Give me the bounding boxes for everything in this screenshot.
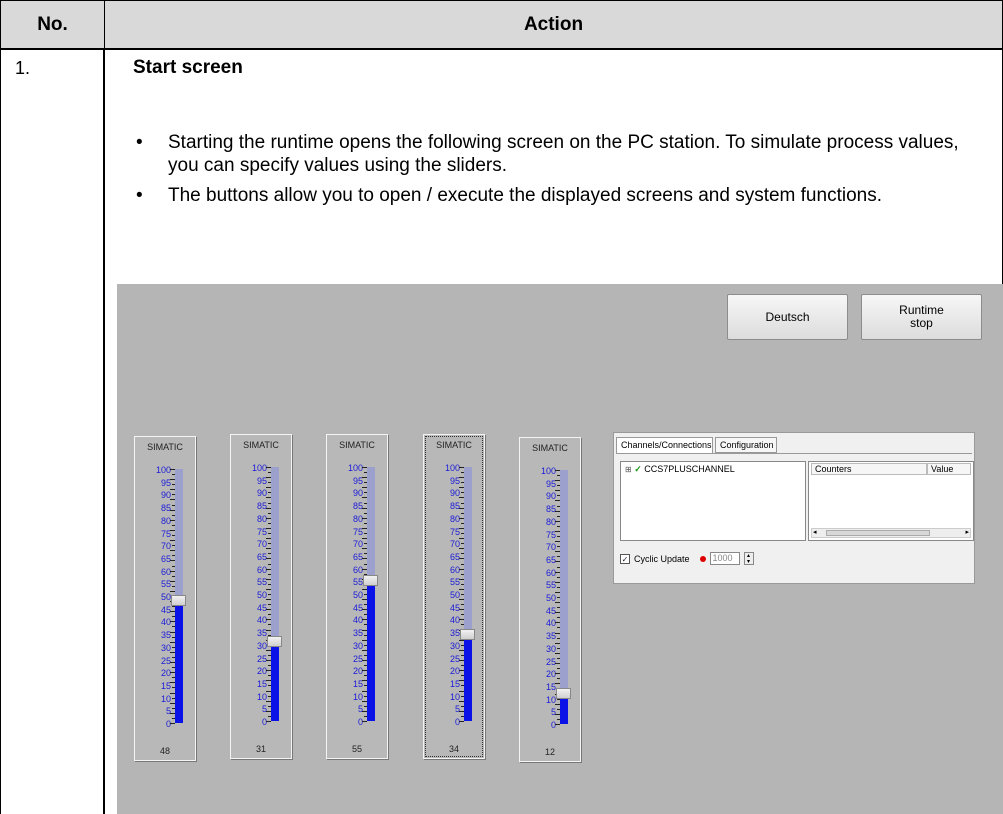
slider-track[interactable] — [460, 467, 475, 721]
tree-item[interactable]: ⊞ ✓ CCS7PLUSCHANNEL — [625, 464, 735, 475]
row-number: 1. — [15, 58, 31, 78]
slider-tick-label: 100 — [540, 466, 556, 476]
slider-tick-label: 100 — [444, 463, 460, 473]
bullet-item: • Starting the runtime opens the followin… — [136, 132, 959, 176]
value-slider[interactable]: SIMATIC 100 95 90 85 80 75 70 65 60 55 50 45 40 35 30 25… — [326, 434, 388, 759]
slider-title: SIMATIC — [243, 440, 279, 450]
slider-fill — [367, 581, 375, 721]
slider-track[interactable] — [171, 469, 186, 723]
value-slider[interactable]: SIMATIC 100 95 90 85 80 75 70 65 60 55 50 45 40 35 30 25… — [423, 434, 485, 759]
deutsch-button[interactable]: Deutsch — [727, 294, 848, 340]
channel-tree: ⊞ ✓ CCS7PLUSCHANNEL — [620, 461, 806, 541]
expand-icon[interactable]: ⊞ — [625, 465, 632, 474]
table-border-middle — [103, 50, 105, 814]
header-no: No. — [0, 1, 104, 49]
scroll-thumb[interactable] — [826, 530, 930, 536]
slider-tick-label: 100 — [251, 463, 267, 473]
scroll-left-icon[interactable]: ◂ — [813, 528, 817, 536]
scroll-right-icon[interactable]: ▸ — [965, 528, 969, 536]
tab-divider — [616, 453, 972, 454]
bullet-icon: • — [136, 132, 143, 153]
slider-track[interactable] — [363, 467, 378, 721]
slider-knob[interactable] — [363, 575, 378, 587]
slider-tick-label: 100 — [155, 465, 171, 475]
slider-scale-labels: 100 95 90 85 80 75 70 65 60 55 50 45 40 35 30 25 20 15 10 5… — [428, 463, 460, 727]
bullet-list: • Starting the runtime opens the followin… — [133, 131, 983, 214]
slider-scale-labels: 100 95 90 85 80 75 70 65 60 55 50 45 40 35 30 25 20 15 10 5… — [331, 463, 363, 727]
slider-scale-labels: 100 95 90 85 80 75 70 65 60 55 50 45 40 35 30 25 20 15 10 5… — [524, 466, 556, 730]
interval-input[interactable]: 1000 — [709, 552, 740, 565]
bullet-item: • The buttons allow you to open / execute… — [136, 185, 882, 206]
runtime-screenshot: Deutsch Runtime stop SIMATIC 100 95 90 85 80 7… — [117, 284, 1003, 814]
cyclic-update-label: Cyclic Update — [634, 553, 690, 564]
slider-knob[interactable] — [556, 687, 571, 699]
value-slider[interactable]: SIMATIC 100 95 90 85 80 75 70 65 60 55 50 45 40 35 30 25… — [230, 434, 292, 759]
step-title: Start screen — [133, 57, 243, 78]
channel-diagnostics-panel: Channels/Connections Configuration ⊞ ✓ C… — [613, 432, 975, 584]
header-action: Action — [104, 1, 1003, 49]
slider-value: 48 — [159, 746, 170, 756]
value-slider[interactable]: SIMATIC 100 95 90 85 80 75 70 65 60 55 50 45 40 35 30 25… — [519, 437, 581, 762]
slider-title: SIMATIC — [436, 440, 472, 450]
interval-spinner[interactable]: ▴ ▾ — [743, 552, 754, 565]
document-table: No. Action 1. Start screen • Starting the… — [0, 0, 1003, 814]
slider-fill — [464, 634, 472, 721]
slider-fill — [175, 601, 183, 723]
slider-knob[interactable] — [460, 628, 475, 640]
slider-knob[interactable] — [267, 636, 282, 648]
slider-title: SIMATIC — [147, 442, 183, 452]
table-header-row: No. Action — [0, 0, 1003, 50]
table-border-left — [0, 50, 1, 814]
slider-tick-label: 100 — [347, 463, 363, 473]
check-icon: ✓ — [634, 464, 642, 474]
cyclic-update-row: ✓ Cyclic Update 1000 ▴ ▾ — [620, 552, 754, 565]
slider-title: SIMATIC — [532, 443, 568, 453]
slider-track[interactable] — [556, 470, 571, 724]
slider-scale-labels: 100 95 90 85 80 75 70 65 60 55 50 45 40 35 30 25 20 15 10 5… — [139, 465, 171, 729]
tab-configuration[interactable]: Configuration — [715, 437, 777, 453]
column-value[interactable]: Value — [927, 463, 971, 475]
slider-knob[interactable] — [171, 595, 186, 607]
slider-value: 31 — [255, 744, 266, 754]
slider-scale-labels: 100 95 90 85 80 75 70 65 60 55 50 45 40 35 30 25 20 15 10 5… — [235, 463, 267, 727]
slider-value: 12 — [544, 747, 555, 757]
value-slider[interactable]: SIMATIC 100 95 90 85 80 75 70 65 60 55 50 45 40 35 30 25… — [134, 436, 196, 761]
cyclic-update-checkbox[interactable]: ✓ — [620, 553, 630, 564]
slider-title: SIMATIC — [339, 440, 375, 450]
status-led-icon — [699, 555, 706, 562]
runtime-stop-button[interactable]: Runtime stop — [861, 294, 982, 340]
slider-fill — [271, 642, 279, 721]
bullet-icon: • — [136, 185, 143, 206]
tree-item-label: CCS7PLUSCHANNEL — [644, 464, 735, 474]
column-counters[interactable]: Counters — [811, 463, 927, 475]
slider-track[interactable] — [267, 467, 282, 721]
tab-channels-connections[interactable]: Channels/Connections — [616, 437, 713, 453]
counters-list: Counters Value ◂ ▸ — [808, 461, 974, 541]
slider-value: 34 — [448, 744, 459, 754]
slider-value: 55 — [351, 744, 362, 754]
horizontal-scrollbar[interactable]: ◂ ▸ — [811, 528, 971, 538]
